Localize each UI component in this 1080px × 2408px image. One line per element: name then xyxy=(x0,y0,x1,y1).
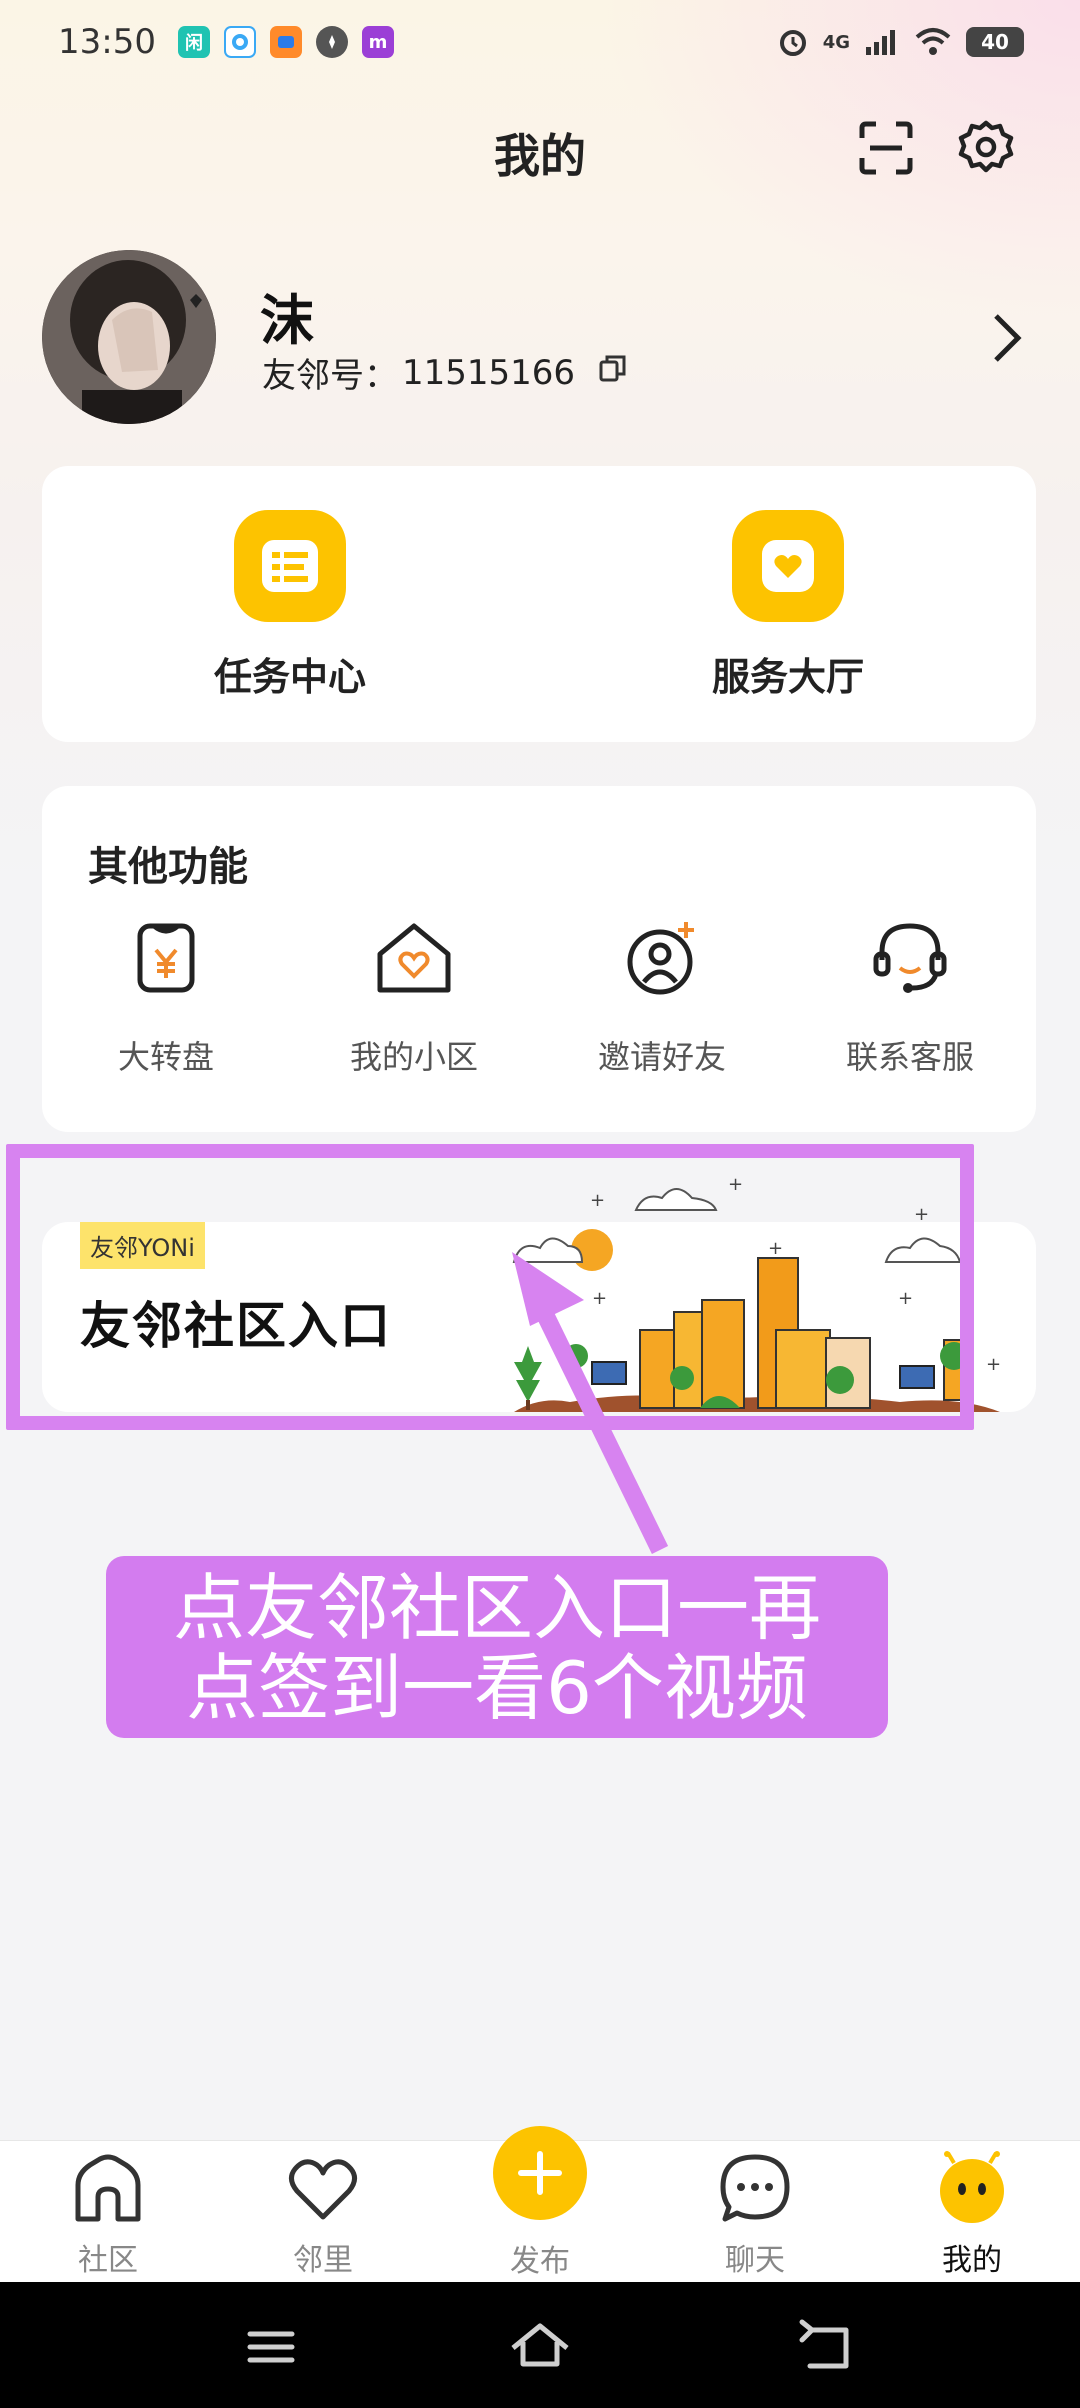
svg-text:+: + xyxy=(728,1174,743,1195)
plus-icon xyxy=(518,2151,562,2195)
svg-text:+: + xyxy=(986,1354,1001,1375)
heart-icon xyxy=(285,2151,361,2227)
screen: 13:50 闲 m 4G 40 我的 沫 友邻号： 11515166 任务中心 … xyxy=(0,0,1080,2408)
annotation-line-2: 点签到一看6个视频 xyxy=(186,1646,808,1730)
nav-label: 我的 xyxy=(942,2243,1002,2278)
nav-label: 社区 xyxy=(78,2243,138,2278)
nav-label: 聊天 xyxy=(725,2243,785,2278)
annotation-line-1: 点友邻社区入口一再 xyxy=(172,1566,821,1650)
svg-text:+: + xyxy=(590,1190,605,1211)
city-illustration: + + + + + + + xyxy=(512,1174,1001,1412)
chat-bubble-icon xyxy=(717,2151,793,2227)
tab-me[interactable]: 我的 xyxy=(897,2151,1047,2279)
nav-label: 邻里 xyxy=(293,2243,353,2278)
svg-text:+: + xyxy=(898,1288,913,1309)
back-icon[interactable] xyxy=(790,2312,860,2382)
system-nav-bar xyxy=(0,2282,1080,2408)
tab-chat[interactable]: 聊天 xyxy=(680,2151,830,2279)
svg-text:+: + xyxy=(914,1204,929,1225)
svg-text:+: + xyxy=(592,1288,607,1309)
tab-neighbors[interactable]: 邻里 xyxy=(248,2151,398,2279)
tab-community[interactable]: 社区 xyxy=(33,2151,183,2279)
menu-icon[interactable] xyxy=(236,2312,306,2382)
community-home-icon xyxy=(70,2151,146,2227)
publish-button[interactable] xyxy=(493,2126,587,2220)
home-icon[interactable] xyxy=(505,2312,575,2382)
publish-label: 发布 xyxy=(510,2244,570,2279)
mascot-icon xyxy=(934,2151,1010,2227)
svg-text:+: + xyxy=(768,1238,783,1259)
annotation-note: 点友邻社区入口一再 点签到一看6个视频 xyxy=(106,1556,888,1738)
